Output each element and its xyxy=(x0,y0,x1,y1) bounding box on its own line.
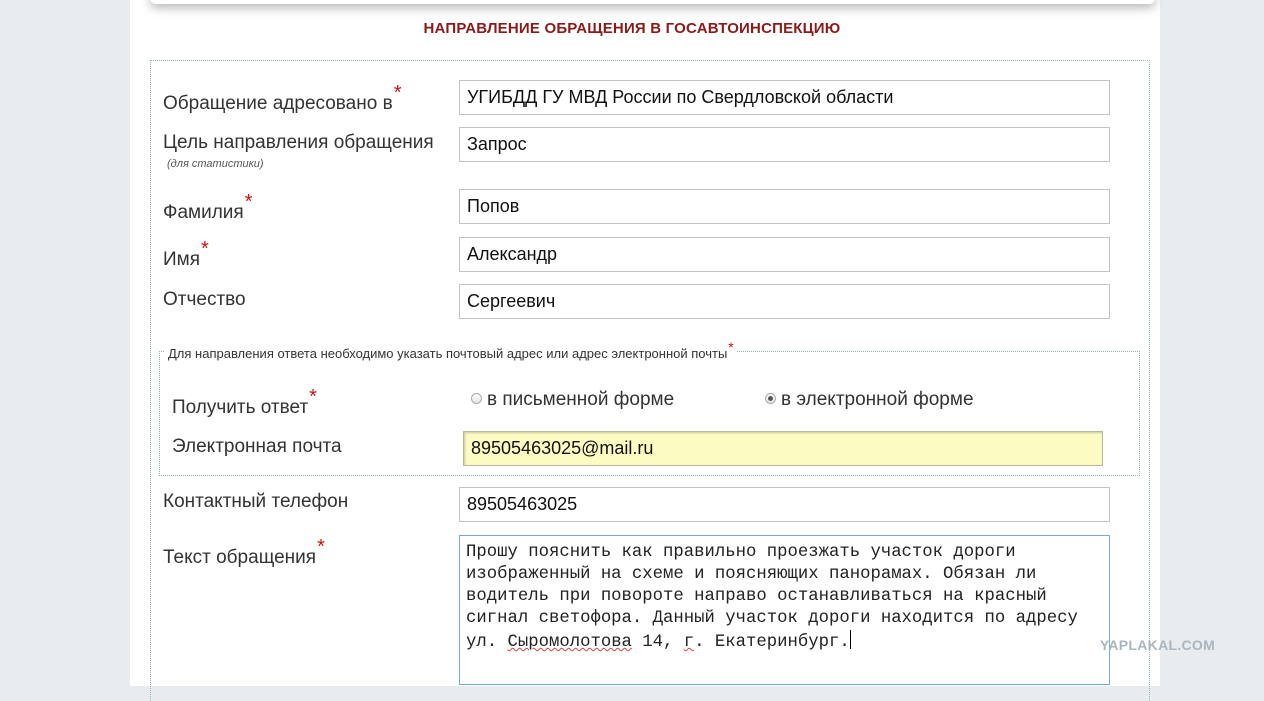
last-name-field[interactable]: Попов xyxy=(459,189,1110,224)
addressee-field[interactable]: УГИБДД ГУ МВД России по Свердловской обл… xyxy=(459,80,1110,115)
watermark: YAPLAKAL.COM xyxy=(1100,637,1216,653)
required-mark: * xyxy=(393,82,402,104)
response-method-label: Получить ответ* xyxy=(172,386,317,418)
required-mark: * xyxy=(244,191,253,213)
radio-electronic-label[interactable]: в электронной форме xyxy=(781,389,974,411)
required-mark: * xyxy=(309,386,317,408)
email-field[interactable]: 89505463025@mail.ru xyxy=(463,431,1103,466)
message-line: ул. Сыромолотова 14, г. Екатеринбург. xyxy=(466,630,851,652)
text-caret xyxy=(849,630,851,649)
email-label: Электронная почта xyxy=(172,436,342,457)
first-name-field[interactable]: Александр xyxy=(459,237,1110,272)
radio-paper-label[interactable]: в письменной форме xyxy=(487,389,674,411)
last-name-label: Фамилия* xyxy=(163,191,253,223)
message-line: Прошу пояснить как правильно проезжать у… xyxy=(466,543,1016,562)
spellcheck-word: г xyxy=(683,633,695,652)
message-text: . Екатеринбург. xyxy=(694,633,850,652)
phone-label: Контактный телефон xyxy=(163,491,349,512)
message-text: 14, xyxy=(631,633,684,652)
required-mark: * xyxy=(317,536,325,558)
message-line: изображенный на схеме и поясняющих панор… xyxy=(466,565,1037,584)
message-line: сигнал светофора. Данный участок дороги … xyxy=(466,609,1078,628)
purpose-hint: (для статистики) xyxy=(167,158,264,170)
response-legend: Для направления ответа необходимо указат… xyxy=(165,339,737,361)
message-textarea[interactable]: Прошу пояснить как правильно проезжать у… xyxy=(459,535,1110,685)
required-mark: * xyxy=(728,339,734,355)
first-name-label: Имя* xyxy=(163,238,209,270)
purpose-field[interactable]: Запрос xyxy=(459,127,1110,162)
patronymic-label: Отчество xyxy=(163,289,246,310)
addressee-label: Обращение адресовано в* xyxy=(163,82,402,114)
radio-paper[interactable] xyxy=(471,393,482,404)
spellcheck-word: Сыромолотова xyxy=(507,633,632,652)
message-label: Текст обращения* xyxy=(163,536,325,568)
radio-electronic[interactable] xyxy=(765,393,776,404)
message-line: водитель при повороте направо останавлив… xyxy=(466,587,1047,606)
page-title: НАПРАВЛЕНИЕ ОБРАЩЕНИЯ В ГОСАВТОИНСПЕКЦИЮ xyxy=(423,20,841,37)
required-mark: * xyxy=(201,238,209,260)
patronymic-field[interactable]: Сергеевич xyxy=(459,284,1110,319)
message-text: ул. xyxy=(466,633,508,652)
phone-field[interactable]: 89505463025 xyxy=(459,487,1110,522)
top-bar xyxy=(150,0,1155,4)
purpose-label: Цель направления обращения xyxy=(163,132,434,153)
